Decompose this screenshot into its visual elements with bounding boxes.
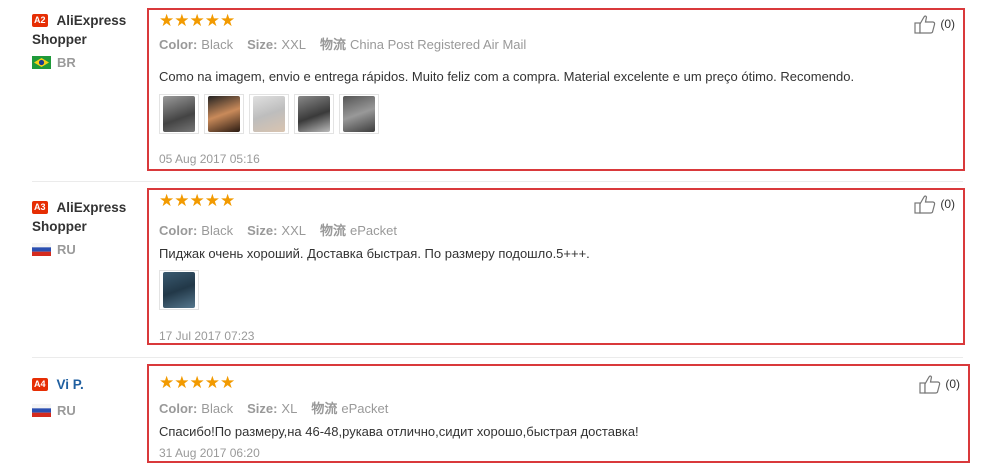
order-info: Color: Black Size: XL 物流 ePacket [159,398,402,417]
logistics-value: ePacket [350,223,397,238]
logistics-label: 物流 [311,401,338,416]
buyer-level-badge: A2 [32,14,48,27]
review-date: 17 Jul 2017 07:23 [159,329,255,343]
reviewer-name-block: A4 Vi P. [32,375,142,394]
review-text: Пиджак очень хороший. Доставка быстрая. … [159,246,590,261]
thumbs-up-icon [914,195,936,214]
reviewer-name-block: A3 AliExpress Shopper [32,198,142,236]
order-info: Color: Black Size: XXL 物流 ePacket [159,220,411,239]
helpful-button[interactable]: (0) [914,194,955,214]
review-date: 05 Aug 2017 05:16 [159,152,260,166]
size-label: Size: [247,37,278,52]
review-text: Como na imagem, envio e entrega rápidos.… [159,69,855,84]
thumbs-up-icon [919,375,941,394]
review-highlight-box: ★★★★★ (0) Color: Black Size: XL 物流 ePacket Сп… [147,364,970,463]
russia-flag-icon [32,243,51,256]
size-value: XXL [281,37,306,52]
logistics-label: 物流 [320,223,347,238]
review-photo-thumbnail[interactable] [339,94,379,134]
review-highlight-box: ★★★★★ (0) Color: Black Size: XXL 物流 ePacket П… [147,188,965,345]
color-label: Color: [159,223,198,238]
review-photo-thumbnail[interactable] [159,270,199,310]
size-label: Size: [247,401,278,416]
logistics-value: China Post Registered Air Mail [350,37,527,52]
buyer-level-badge: A4 [32,378,48,391]
logistics-label: 物流 [320,37,347,52]
size-value: XXL [281,223,306,238]
reviewer-country: RU [32,242,142,257]
size-value: XL [281,401,298,416]
thumbs-up-icon [914,15,936,34]
helpful-count: (0) [940,197,955,211]
review-photo-thumbnail[interactable] [204,94,244,134]
rating-stars: ★★★★★ [159,191,236,210]
review-photos [159,270,199,310]
helpful-count: (0) [945,377,960,391]
review-text: Спасибо!По размеру,на 46-48,рукава отлич… [159,424,639,439]
helpful-button[interactable]: (0) [914,14,955,34]
size-label: Size: [247,223,278,238]
color-label: Color: [159,37,198,52]
country-code: RU [57,403,76,418]
logistics-value: ePacket [341,401,389,416]
reviewer-info: A3 AliExpress Shopper RU [32,198,142,257]
reviewer-info: A4 Vi P. RU [32,375,142,418]
color-value: Black [201,401,234,416]
helpful-count: (0) [940,17,955,31]
rating-stars: ★★★★★ [159,373,236,392]
review-highlight-box: ★★★★★ (0) Color: Black Size: XXL 物流 China Pos… [147,8,965,171]
color-label: Color: [159,401,198,416]
buyer-level-badge: A3 [32,201,48,214]
reviewer-name-block: A2 AliExpress Shopper [32,11,142,49]
reviewer-country: BR [32,55,142,70]
reviewer-country: RU [32,403,142,418]
color-value: Black [201,37,234,52]
review-photo-thumbnail[interactable] [249,94,289,134]
helpful-button[interactable]: (0) [919,374,960,394]
reviewer-name-link[interactable]: Vi P. [57,377,84,392]
country-code: RU [57,242,76,257]
rating-stars: ★★★★★ [159,11,236,30]
country-code: BR [57,55,76,70]
reviewer-info: A2 AliExpress Shopper BR [32,11,142,70]
review-photos [159,94,379,134]
review-divider [32,357,963,358]
review-photo-thumbnail[interactable] [294,94,334,134]
review-divider [32,181,963,182]
brazil-flag-icon [32,56,51,69]
russia-flag-icon [32,404,51,417]
review-date: 31 Aug 2017 06:20 [159,446,260,460]
order-info: Color: Black Size: XXL 物流 China Post Register… [159,34,540,53]
color-value: Black [201,223,234,238]
review-photo-thumbnail[interactable] [159,94,199,134]
